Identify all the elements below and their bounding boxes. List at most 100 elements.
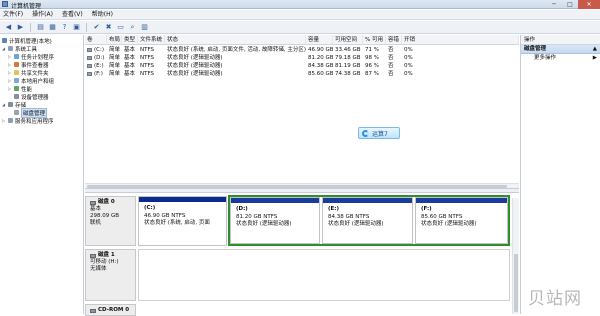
col-header-filesystem[interactable]: 文件系统 — [138, 35, 165, 45]
disk-status: 联机 — [90, 220, 102, 226]
menu-help[interactable]: 帮助(H) — [92, 10, 113, 19]
tree-performance[interactable]: ▷ 性能 — [8, 85, 32, 93]
folder-icon — [14, 70, 19, 75]
menu-bar: 文件(F) 操作(A) 查看(V) 帮助(H) — [0, 10, 600, 20]
partition-e[interactable]: (E:) 84.38 GB NTFS 状态良好 (逻辑驱动器) — [322, 197, 413, 244]
search-icon[interactable]: ⌕ — [128, 23, 137, 32]
collapse-icon[interactable]: ◢ — [2, 102, 6, 107]
col-header-fault[interactable]: 容错 — [386, 35, 402, 45]
tree-disk-management[interactable]: 磁盘管理 — [14, 107, 48, 118]
cdrom-0-label[interactable]: CD-ROM 0 — [85, 304, 136, 316]
partition-letter: (E:) — [328, 206, 339, 212]
partition-letter: (D:) — [236, 206, 248, 212]
tree-root[interactable]: 计算机管理(本地) — [2, 37, 52, 45]
disk-1-area[interactable] — [138, 249, 510, 301]
collapse-arrow-icon[interactable]: ▲ — [593, 45, 597, 53]
expand-icon[interactable]: ▷ — [2, 118, 6, 123]
tree-event-viewer[interactable]: ▷ 事件查看器 — [8, 61, 49, 69]
actions-pane: 操作 磁盘管理 ▲ 更多操作 ▶ — [520, 35, 600, 314]
col-header-status[interactable]: 状态 — [165, 35, 306, 45]
more-actions[interactable]: 更多操作 ▶ — [521, 54, 600, 63]
cell-filesystem: NTFS — [140, 47, 155, 53]
close-button[interactable]: ✕ — [578, 0, 600, 9]
storage-icon — [8, 102, 13, 107]
table-row[interactable]: (E:) 简单 基本 NTFS 状态良好 (逻辑驱动器) 84.38 GB 81… — [85, 62, 519, 70]
expand-icon[interactable]: ▷ — [8, 54, 12, 59]
users-icon — [14, 78, 19, 83]
maximize-button[interactable]: □ — [562, 0, 578, 9]
expand-icon[interactable]: ▷ — [8, 70, 12, 75]
expand-icon[interactable]: ▷ — [8, 78, 12, 83]
expand-icon[interactable]: ▷ — [8, 62, 12, 67]
disk-1-label[interactable]: 磁盘 1 可移动 (H:) 无媒体 — [85, 249, 136, 301]
tools-icon — [8, 46, 13, 51]
event-icon — [14, 62, 19, 67]
cell-layout: 简单 — [109, 71, 121, 77]
check-icon[interactable]: ✔ — [92, 23, 101, 32]
help-icon[interactable]: ? — [60, 23, 69, 32]
table-row[interactable]: (D:) 简单 基本 NTFS 状态良好 (逻辑驱动器) 81.20 GB 79… — [85, 54, 519, 62]
actions-section[interactable]: 磁盘管理 ▲ — [521, 45, 600, 54]
disk-icon — [90, 253, 96, 258]
details-icon[interactable]: ▣ — [72, 23, 81, 32]
forward-icon[interactable]: ▶ — [16, 23, 25, 32]
menu-view[interactable]: 查看(V) — [62, 10, 83, 19]
partition-f[interactable]: (F:) 85.60 GB NTFS 状态良好 (逻辑驱动器) — [415, 197, 508, 244]
partition-status: 状态良好 (逻辑驱动器) — [236, 221, 292, 227]
cell-free: 79.18 GB — [335, 55, 361, 61]
menu-file[interactable]: 文件(F) — [3, 10, 23, 19]
menu-action[interactable]: 操作(A) — [32, 10, 53, 19]
collapse-icon[interactable]: ◢ — [2, 46, 6, 51]
tree-services[interactable]: ▷ 服务和应用程序 — [2, 117, 54, 125]
partition-d[interactable]: (D:) 81.20 GB NTFS 状态良好 (逻辑驱动器) — [230, 197, 320, 244]
partition-letter: (F:) — [421, 206, 432, 212]
delete-icon[interactable]: ✖ — [104, 23, 113, 32]
cell-percent: 96 % — [365, 63, 379, 69]
tree-shared-folders[interactable]: ▷ 共享文件夹 — [8, 69, 49, 77]
vertical-scrollbar[interactable] — [512, 198, 519, 314]
cell-filesystem: NTFS — [140, 55, 155, 61]
col-header-percent[interactable]: % 可用 — [363, 35, 386, 45]
title-bar: 计算机管理 ─ □ ✕ — [0, 0, 600, 10]
minimize-button[interactable]: ─ — [546, 0, 562, 9]
col-header-volume[interactable]: 卷 — [85, 35, 107, 45]
volume-icon — [87, 47, 92, 52]
cell-layout: 简单 — [109, 47, 121, 53]
disk-name: 磁盘 1 — [98, 252, 115, 258]
more-actions-label: 更多操作 — [534, 55, 557, 61]
table-row[interactable]: (C:) 简单 基本 NTFS 状态良好 (系统, 启动, 页面文件, 活动, … — [85, 46, 519, 54]
col-header-capacity[interactable]: 容量 — [306, 35, 333, 45]
scrollbar-thumb[interactable] — [514, 254, 518, 312]
actions-header: 操作 — [521, 35, 600, 45]
toolbar-separator — [30, 22, 31, 32]
table-row[interactable]: (F:) 简单 基本 NTFS 状态良好 (逻辑驱动器) 85.60 GB 74… — [85, 70, 519, 78]
tree-local-users[interactable]: ▷ 本地用户和组 — [8, 77, 54, 85]
cell-percent: 71 % — [365, 47, 379, 53]
tree-system-tools[interactable]: ◢ 系统工具 — [2, 45, 37, 53]
partition-letter: (C:) — [144, 205, 156, 211]
col-header-free[interactable]: 可用空间 — [333, 35, 363, 45]
tree-task-scheduler[interactable]: ▷ 任务计划程序 — [8, 53, 54, 61]
disk-0-label[interactable]: 磁盘 0 基本 298.09 GB 联机 — [85, 196, 136, 246]
view-icon[interactable]: ▥ — [140, 23, 149, 32]
cell-free: 74.38 GB — [335, 71, 361, 77]
properties-icon[interactable]: ▦ — [48, 23, 57, 32]
show-tree-icon[interactable]: ▤ — [36, 23, 45, 32]
open-icon[interactable]: ▭ — [116, 23, 125, 32]
expand-icon[interactable]: ▷ — [8, 86, 12, 91]
device-icon — [14, 94, 19, 99]
back-icon[interactable]: ◀ — [4, 23, 13, 32]
cell-filesystem: NTFS — [140, 63, 155, 69]
col-header-overhead[interactable]: 开销 — [402, 35, 519, 45]
cell-volume: (C:) — [94, 47, 104, 53]
partition-c[interactable]: (C:) 46.90 GB NTFS 状态良好 (系统, 启动, 页面 — [138, 196, 227, 246]
tree-device-manager[interactable]: 设备管理器 — [14, 93, 49, 101]
col-header-type[interactable]: 类型 — [122, 35, 138, 45]
cdrom-icon — [90, 308, 96, 313]
partition-size: 85.60 GB NTFS — [421, 214, 463, 220]
col-header-layout[interactable]: 布局 — [107, 35, 122, 45]
performance-icon — [14, 86, 19, 91]
cell-volume: (E:) — [94, 63, 104, 69]
navigation-tree: 计算机管理(本地) ◢ 系统工具 ▷ 任务计划程序 ▷ 事件查看器 ▷ 共享文件… — [0, 35, 84, 314]
cell-layout: 简单 — [109, 63, 121, 69]
